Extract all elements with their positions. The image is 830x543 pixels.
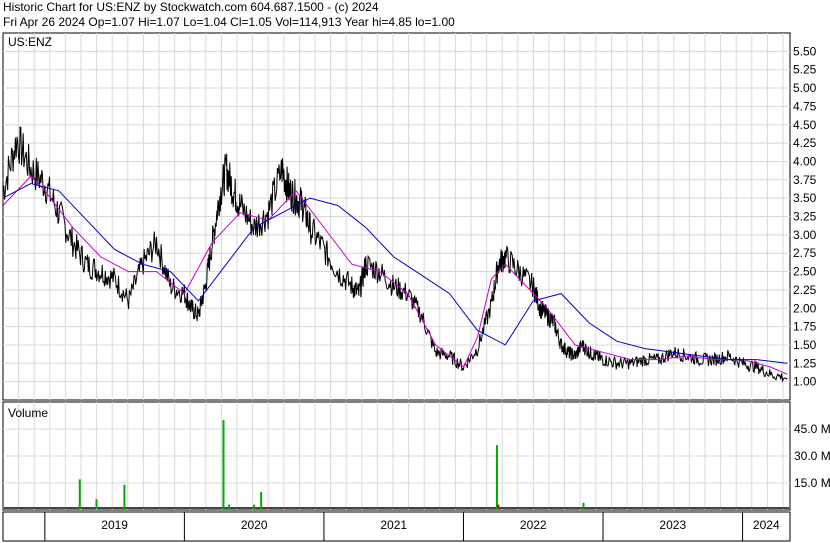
price-tick-label: 2.75	[793, 246, 817, 260]
price-tick-label: 2.50	[793, 265, 817, 279]
volume-bar	[253, 504, 256, 509]
x-tick-label: 2020	[241, 518, 268, 532]
symbol-label: US:ENZ	[8, 35, 52, 49]
volume-panel: 45.0 M 30.0 M 15.0 M Volume	[2, 401, 830, 511]
price-tick-label: 3.75	[793, 173, 817, 187]
volume-bar	[123, 484, 126, 509]
x-tick-label: 2022	[520, 518, 547, 532]
stock-chart: 5.50 5.25 5.00 4.75 4.50 4.25 4.00 3.75 3.50 3.25…	[2, 32, 830, 542]
volume-bar	[497, 504, 500, 509]
price-tick-label: 3.25	[793, 210, 817, 224]
price-tick-label: 2.00	[793, 301, 817, 315]
volume-tick-label: 15.0 M	[794, 476, 830, 490]
volume-bar	[495, 445, 498, 509]
x-axis: 2019 2020 2021 2022 2023 2024	[2, 511, 791, 542]
volume-bar	[78, 479, 81, 509]
x-tick-label: 2024	[753, 518, 780, 532]
price-tick-label: 5.50	[793, 44, 817, 58]
volume-bar	[95, 499, 98, 509]
volume-tick-label: 30.0 M	[794, 449, 830, 463]
volume-title: Volume	[8, 406, 48, 420]
price-tick-label: 1.50	[793, 338, 817, 352]
price-tick-label: 2.25	[793, 283, 817, 297]
price-tick-label: 3.00	[793, 228, 817, 242]
price-tick-label: 3.50	[793, 191, 817, 205]
price-tick-label: 1.00	[793, 375, 817, 389]
price-panel: 5.50 5.25 5.00 4.75 4.50 4.25 4.00 3.75 3.50 3.25…	[2, 32, 817, 401]
x-tick-label: 2019	[101, 518, 128, 532]
price-tick-label: 4.50	[793, 118, 817, 132]
volume-bar	[222, 420, 225, 509]
volume-bar	[228, 504, 231, 509]
x-tick-label: 2021	[380, 518, 407, 532]
price-tick-label: 5.00	[793, 81, 817, 95]
x-tick-label: 2023	[659, 518, 686, 532]
volume-bar	[582, 502, 585, 509]
price-tick-label: 4.75	[793, 99, 817, 113]
volume-bar	[260, 492, 263, 509]
price-tick-label: 4.25	[793, 136, 817, 150]
price-tick-label: 5.25	[793, 63, 817, 77]
price-tick-label: 1.25	[793, 356, 817, 370]
volume-tick-label: 45.0 M	[794, 422, 830, 436]
price-tick-label: 1.75	[793, 320, 817, 334]
price-tick-label: 4.00	[793, 154, 817, 168]
volume-baseline-bars	[4, 507, 789, 509]
